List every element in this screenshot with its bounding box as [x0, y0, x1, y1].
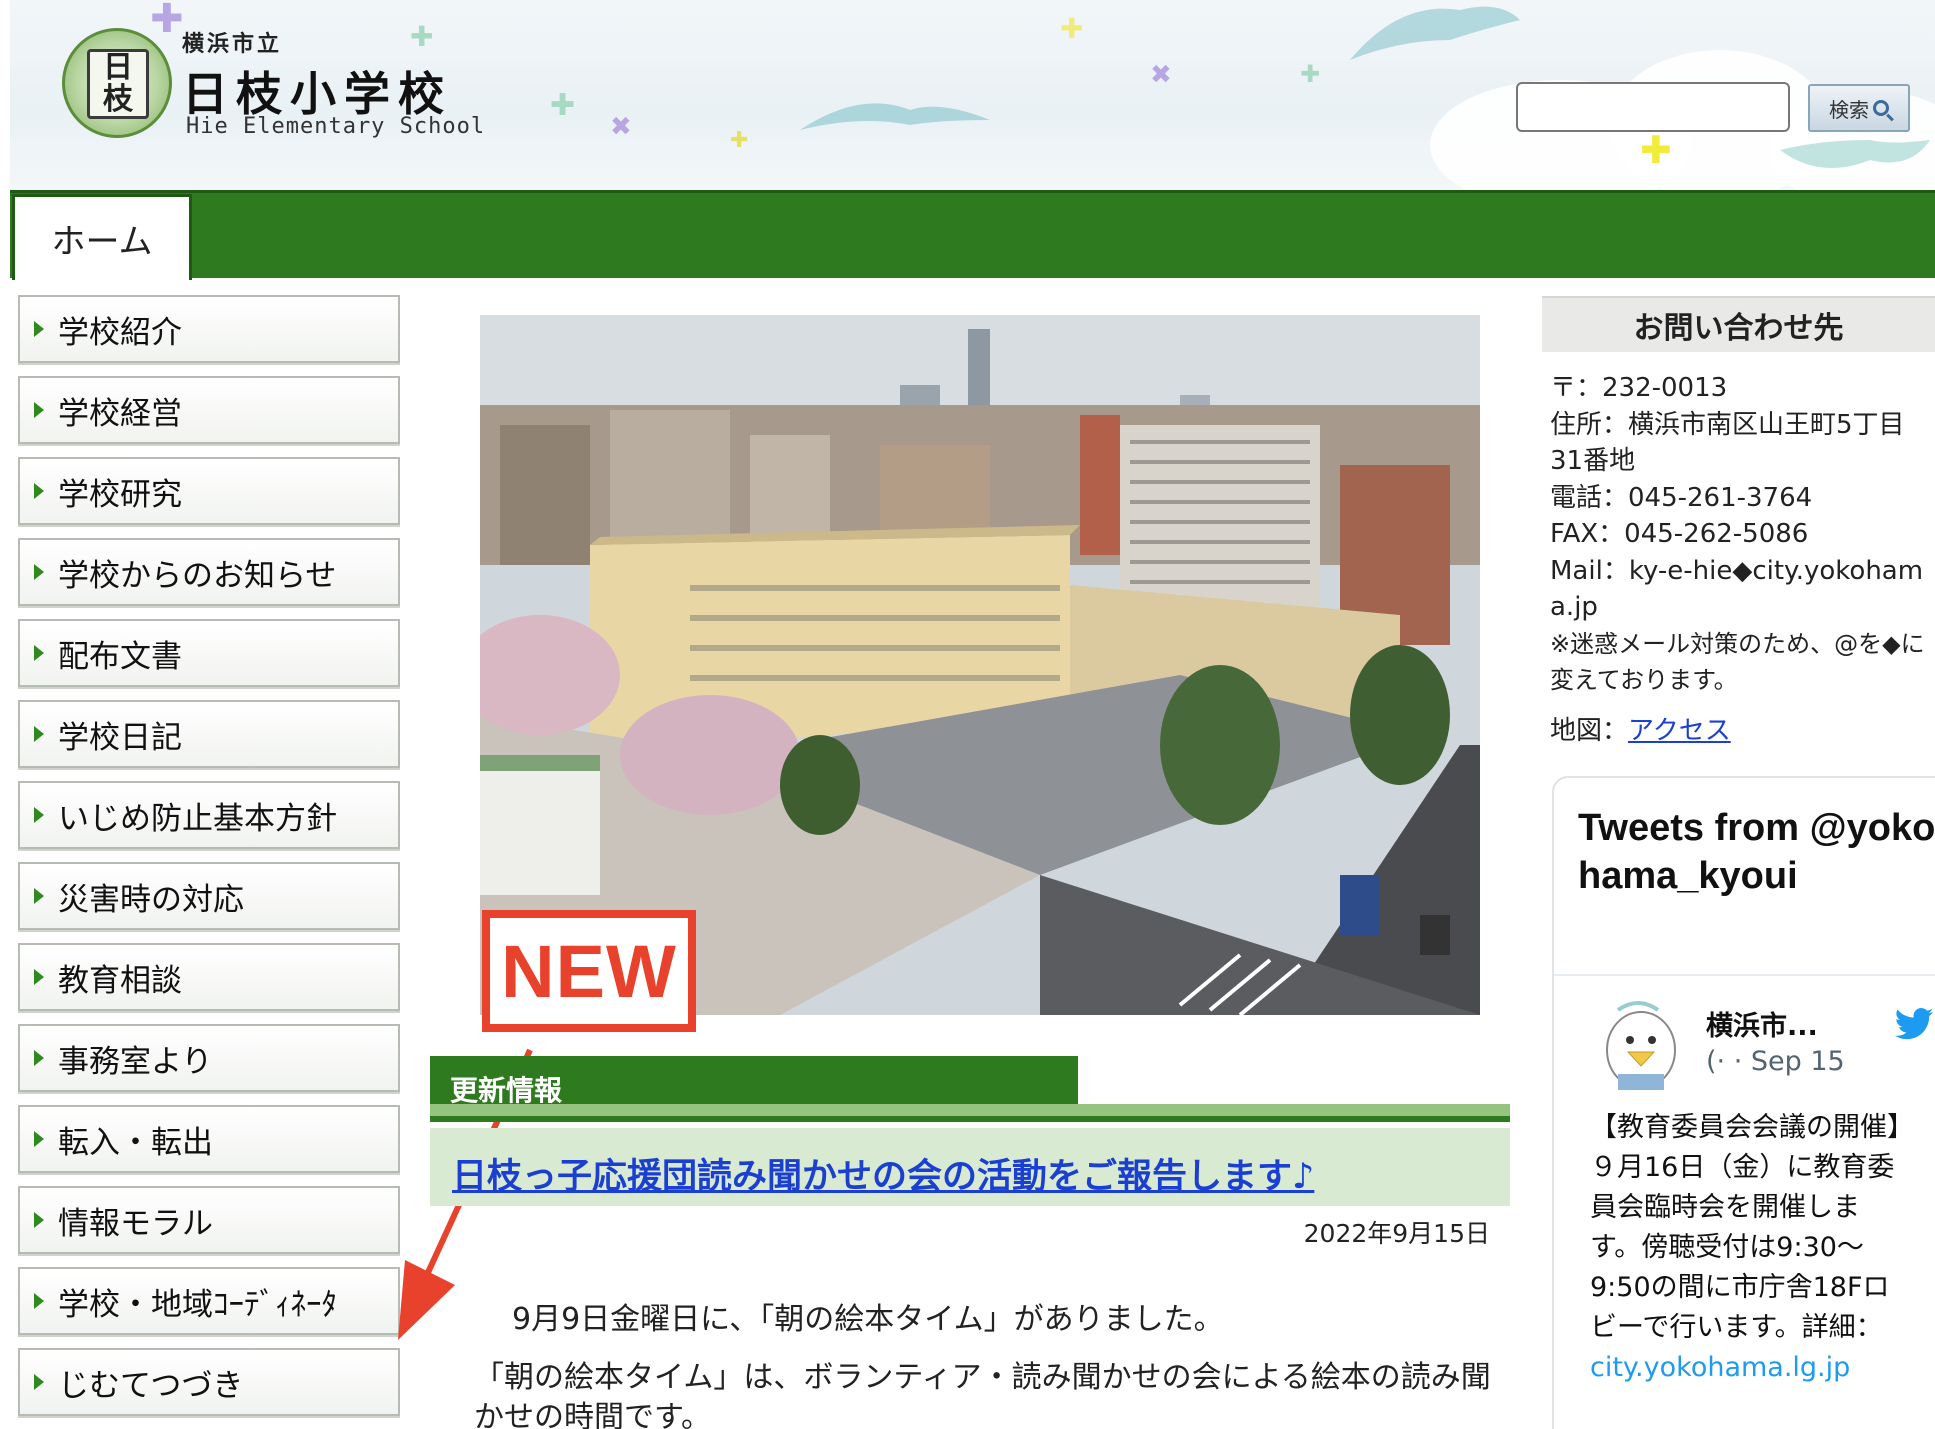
sidebar-item-label: 学校・地域ｺｰﾃﾞｨﾈｰﾀ [58, 1286, 337, 1323]
article-paragraph: 9月9日金曜日に、「朝の絵本タイム」がありました。 [512, 1302, 1224, 1337]
school-name-english: Hie Elementary School [186, 114, 486, 139]
chevron-right-icon [34, 402, 44, 418]
sidebar-item-label: 情報モラル [58, 1205, 213, 1242]
tweet-body: 【教育委員会会議の開催】９月16日（金）に教育委員会臨時会を開催します。傍聴受付… [1590, 1112, 1901, 1343]
sidebar-item-documents[interactable]: 配布文書 [18, 619, 400, 687]
sidebar-item-transfer[interactable]: 転入・転出 [18, 1105, 400, 1173]
sidebar-item-anti-bullying-policy[interactable]: いじめ防止基本方針 [18, 781, 400, 849]
sidebar-item-label: 教育相談 [58, 962, 182, 999]
chevron-right-icon [34, 483, 44, 499]
sidebar-menu: 学校紹介 学校経営 学校研究 学校からのお知らせ 配布文書 学校日記 いじめ防止… [18, 295, 400, 1429]
sidebar-item-label: じむてつづき [58, 1367, 244, 1404]
sidebar-item-label: 災害時の対応 [58, 881, 244, 918]
chevron-right-icon [34, 807, 44, 823]
bird-decoration [1350, 6, 1520, 60]
star-decoration: ✚ [410, 20, 434, 53]
contact-address: 住所：横浜市南区山王町5丁目31番地 [1550, 409, 1905, 477]
chevron-right-icon [34, 645, 44, 661]
star-decoration: ✚ [550, 88, 576, 123]
chevron-right-icon [34, 1293, 44, 1309]
chevron-right-icon [34, 1050, 44, 1066]
sidebar-item-school-diary[interactable]: 学校日記 [18, 700, 400, 768]
chevron-right-icon [34, 564, 44, 580]
bird-decoration [800, 103, 990, 130]
update-date: 2022年9月15日 [1303, 1219, 1490, 1248]
star-decoration: ✖ [1150, 60, 1172, 90]
sidebar-item-office[interactable]: 事務室より [18, 1024, 400, 1092]
chevron-right-icon [34, 969, 44, 985]
contact-mail: Mail：ky-e-hie◆city.yokohama.jp [1550, 555, 1924, 623]
contact-map-row: 地図：アクセス [1550, 713, 1935, 750]
tab-home[interactable]: ホーム [12, 194, 192, 280]
contact-phone: 電話：045-261-3764 [1550, 482, 1813, 513]
new-badge: NEW [482, 910, 696, 1032]
sidebar-item-community-coordinator[interactable]: 学校・地域ｺｰﾃﾞｨﾈｰﾀ [18, 1267, 400, 1335]
chevron-right-icon [34, 1212, 44, 1228]
search-icon [1873, 100, 1889, 116]
tweet-text: 【教育委員会会議の開催】９月16日（金）に教育委員会臨時会を開催します。傍聴受付… [1590, 1108, 1908, 1388]
account-name[interactable]: 横浜市... [1706, 1004, 1818, 1043]
star-decoration: ✚ [150, 0, 184, 42]
contact-mail-note: ※迷惑メール対策のため、@を◆に変えております。 [1550, 629, 1925, 695]
map-label: 地図： [1550, 715, 1629, 746]
article-paragraph: 「朝の絵本タイム」は、ボランティア・読み聞かせの会による絵本の読み聞かせの時間で… [474, 1360, 1491, 1429]
chevron-right-icon [34, 1131, 44, 1147]
chevron-right-icon [34, 888, 44, 904]
sidebar-item-label: 事務室より [58, 1043, 213, 1080]
sidebar-item-label: いじめ防止基本方針 [58, 800, 337, 837]
sidebar-item-info-morals[interactable]: 情報モラル [18, 1186, 400, 1254]
tweet-meta: (· · Sep 15 [1706, 1046, 1845, 1077]
access-link[interactable]: アクセス [1628, 716, 1731, 746]
sidebar-item-label: 配布文書 [58, 638, 182, 675]
global-nav-bar [10, 190, 1935, 278]
sidebar-item-label: 学校からのお知らせ [58, 557, 337, 594]
chevron-right-icon [34, 1374, 44, 1390]
sidebar-item-school-management[interactable]: 学校経営 [18, 376, 400, 444]
sidebar-item-education-counseling[interactable]: 教育相談 [18, 943, 400, 1011]
school-city-label: 横浜市立 [182, 31, 283, 57]
twitter-widget-title[interactable]: Tweets from @yokohama_kyoui [1578, 804, 1935, 900]
sidebar-item-school-intro[interactable]: 学校紹介 [18, 295, 400, 363]
chevron-right-icon [34, 321, 44, 337]
contact-fax: FAX：045-262-5086 [1550, 519, 1809, 549]
divider [1554, 974, 1935, 976]
star-decoration: ✚ [1300, 60, 1321, 88]
emblem-text: 日枝 [87, 49, 149, 119]
sidebar-item-label: 学校紹介 [58, 314, 182, 351]
contact-postal: 〒：232-0013 [1550, 373, 1728, 403]
sidebar-item-label: 学校研究 [58, 476, 182, 513]
twitter-bird-icon[interactable] [1894, 1008, 1934, 1040]
school-emblem-logo[interactable]: 日枝 [62, 28, 172, 138]
sidebar-item-label: 転入・転出 [58, 1124, 213, 1161]
chevron-right-icon [34, 726, 44, 742]
account-avatar[interactable] [1598, 1000, 1684, 1092]
sidebar-item-school-notices[interactable]: 学校からのお知らせ [18, 538, 400, 606]
search-button[interactable]: 検索 [1808, 84, 1910, 132]
star-decoration: ✖ [610, 112, 632, 142]
sidebar-item-office-procedures[interactable]: じむてつづき [18, 1348, 400, 1416]
sidebar-item-label: 学校経営 [58, 395, 182, 432]
sidebar-item-label: 学校日記 [58, 719, 182, 756]
star-decoration: ✚ [1060, 12, 1084, 45]
search-button-label: 検索 [1829, 97, 1869, 122]
star-decoration: ✚ [730, 128, 749, 153]
tweet-link[interactable]: city.yokohama.lg.jp [1590, 1352, 1850, 1383]
contact-info: 〒：232-0013 住所：横浜市南区山王町5丁目31番地 電話：045-261… [1550, 370, 1935, 749]
star-decoration: ✚ [1640, 128, 1672, 172]
search-input[interactable] [1516, 82, 1790, 132]
sidebar-item-disaster-response[interactable]: 災害時の対応 [18, 862, 400, 930]
update-article-link[interactable]: 日枝っ子応援団読み聞かせの会の活動をご報告します♪ [452, 1148, 1314, 1199]
update-divider [430, 1104, 1510, 1122]
contact-heading: お問い合わせ先 [1542, 296, 1935, 352]
sidebar-item-school-research[interactable]: 学校研究 [18, 457, 400, 525]
twitter-timeline-widget[interactable]: Tweets from @yokohama_kyoui 横浜市... (· · … [1552, 776, 1935, 1429]
